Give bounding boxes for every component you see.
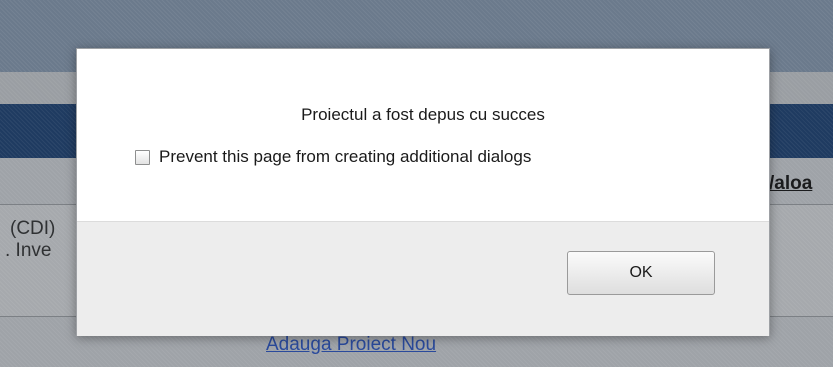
prevent-dialogs-label: Prevent this page from creating addition… <box>159 147 532 166</box>
prevent-dialogs-checkbox[interactable] <box>135 149 150 165</box>
dialog-body: Proiectul a fost depus cu succes Prevent… <box>77 49 769 221</box>
background-column-header: /aloa <box>769 173 813 194</box>
background-cell-text: . Inve <box>5 240 52 261</box>
add-project-link: Adauga Proiect Nou <box>266 334 437 355</box>
dialog-footer: OK <box>77 221 769 336</box>
dialog-message: Proiectul a fost depus cu succes <box>301 105 545 124</box>
alert-dialog: Proiectul a fost depus cu succes Prevent… <box>76 48 770 336</box>
background-cell-text: (CDI) <box>10 218 56 239</box>
ok-button[interactable]: OK <box>567 251 715 295</box>
prevent-dialogs-option[interactable]: Prevent this page from creating addition… <box>135 147 531 167</box>
